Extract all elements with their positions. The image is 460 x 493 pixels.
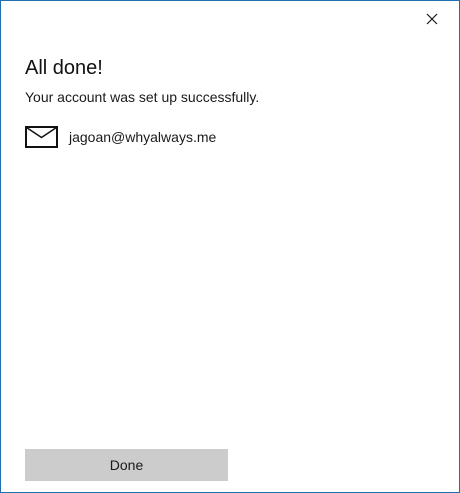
close-button[interactable]: [420, 7, 444, 31]
close-icon: [426, 13, 438, 25]
done-button[interactable]: Done: [25, 449, 228, 481]
account-setup-dialog: All done! Your account was set up succes…: [0, 0, 460, 493]
account-email: jagoan@whyalways.me: [69, 129, 217, 145]
success-message: Your account was set up successfully.: [25, 89, 260, 105]
mail-icon: [25, 126, 58, 148]
dialog-heading: All done!: [25, 57, 103, 79]
account-row: jagoan@whyalways.me: [25, 126, 216, 148]
